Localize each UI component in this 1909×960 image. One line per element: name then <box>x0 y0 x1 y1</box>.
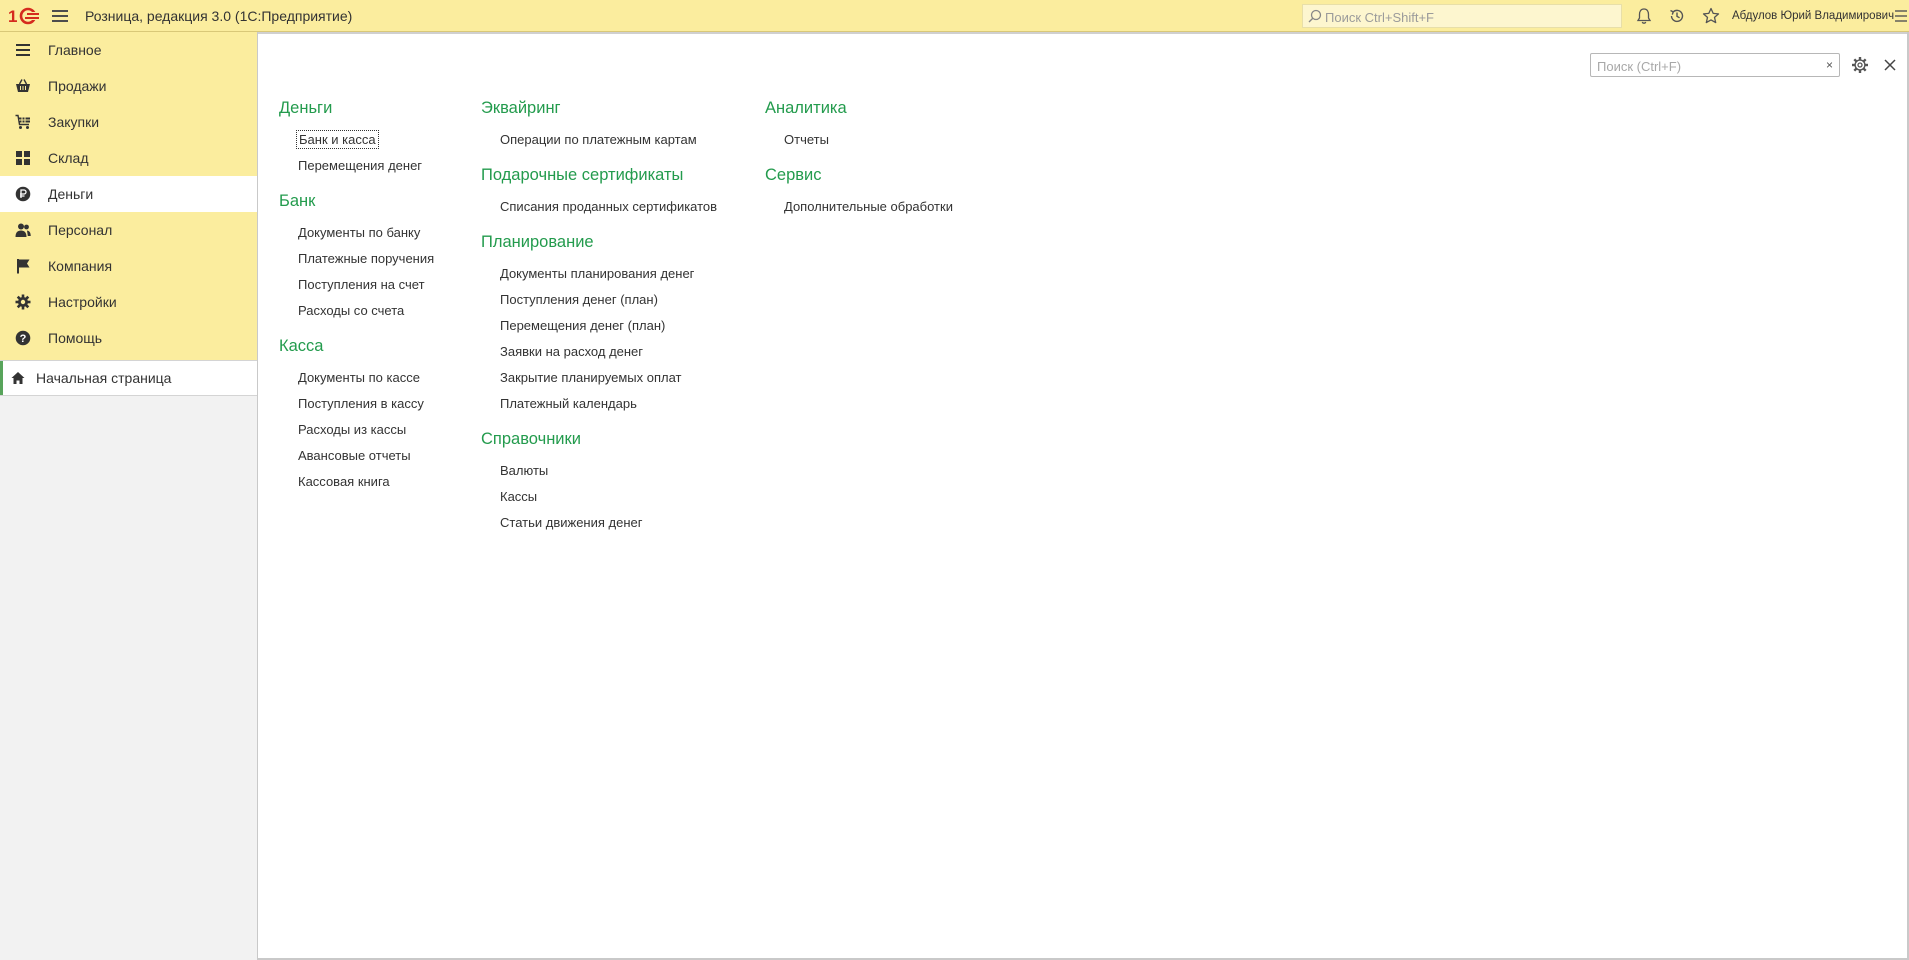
group-links: Списания проданных сертификатов <box>500 194 717 220</box>
command-link[interactable]: Поступления денег (план) <box>500 287 717 313</box>
sidebar-item-label: Склад <box>48 150 89 166</box>
sidebar-item-money[interactable]: Деньги <box>0 176 257 212</box>
group-links: Отчеты <box>784 127 953 153</box>
sidebar-item-help[interactable]: ? Помощь <box>0 320 257 356</box>
active-window-marker <box>0 361 3 395</box>
command-column-2: Эквайринг Операции по платежным картам П… <box>481 96 717 546</box>
gear-icon <box>15 294 31 310</box>
section-panel: Главное Продажи Закупки Склад Деньги Пер… <box>0 32 257 360</box>
command-link[interactable]: Кассовая книга <box>298 469 434 495</box>
sidebar-item-label: Настройки <box>48 294 117 310</box>
panel-settings-icon[interactable] <box>1893 7 1907 25</box>
command-link[interactable]: Дополнительные обработки <box>784 194 953 220</box>
sidebar-item-label: Продажи <box>48 78 107 94</box>
svg-text:1: 1 <box>8 7 17 26</box>
form-search-box[interactable] <box>1590 53 1822 77</box>
command-link[interactable]: Документы по банку <box>298 220 434 246</box>
command-link[interactable]: Документы планирования денег <box>500 261 717 287</box>
ruble-coin-icon <box>15 186 31 202</box>
flag-icon <box>17 259 30 274</box>
command-link[interactable]: Перемещения денег <box>298 153 434 179</box>
help-icon: ? <box>15 330 31 346</box>
sidebar-item-personnel[interactable]: Персонал <box>0 212 257 248</box>
command-link[interactable]: Статьи движения денег <box>500 510 717 536</box>
sidebar-item-label: Персонал <box>48 222 113 238</box>
command-link[interactable]: Платежный календарь <box>500 391 717 417</box>
close-icon[interactable] <box>1882 57 1898 73</box>
command-link[interactable]: Перемещения денег (план) <box>500 313 717 339</box>
star-icon[interactable] <box>1701 6 1721 26</box>
command-link[interactable]: Списания проданных сертификатов <box>500 194 717 220</box>
command-link[interactable]: Закрытие планируемых оплат <box>500 365 717 391</box>
command-link[interactable]: Поступления на счет <box>298 272 434 298</box>
command-link[interactable]: Операции по платежным картам <box>500 127 717 153</box>
group-links: Операции по платежным картам <box>500 127 717 153</box>
command-column-3: Аналитика Отчеты Сервис Дополнительные о… <box>765 96 953 230</box>
sidebar-item-main[interactable]: Главное <box>0 32 257 68</box>
form-search-input[interactable] <box>1595 56 1817 76</box>
group-title: Аналитика <box>765 99 847 117</box>
command-link[interactable]: Платежные поручения <box>298 246 434 272</box>
command-link[interactable]: Авансовые отчеты <box>298 443 434 469</box>
sidebar-item-label: Помощь <box>48 330 103 346</box>
cart-icon <box>15 114 30 129</box>
group-links: Документы по банку Платежные поручения П… <box>298 220 434 324</box>
top-bar: 1 Розница, редакция 3.0 (1С:Предприятие)… <box>0 0 1909 32</box>
user-name[interactable]: Абдулов Юрий Владимирович <box>1732 10 1894 22</box>
search-icon <box>1308 9 1322 23</box>
group-title: Касса <box>279 337 324 355</box>
command-link[interactable]: Расходы со счета <box>298 298 434 324</box>
group-title: Деньги <box>279 99 333 117</box>
group-title: Подарочные сертификаты <box>481 166 684 184</box>
list-icon <box>16 44 30 56</box>
group-title: Справочники <box>481 430 581 448</box>
app-title: Розница, редакция 3.0 (1С:Предприятие) <box>85 8 353 24</box>
group-title: Планирование <box>481 233 594 251</box>
group-title: Банк <box>279 192 316 210</box>
sidebar-item-label: Деньги <box>48 186 94 202</box>
command-link-label: Банк и касса <box>296 130 379 149</box>
command-link[interactable]: Кассы <box>500 484 717 510</box>
open-window-label: Начальная страница <box>36 370 172 386</box>
command-link[interactable]: Поступления в кассу <box>298 391 434 417</box>
basket-icon <box>16 79 30 92</box>
command-link[interactable]: Документы по кассе <box>298 365 434 391</box>
people-icon <box>15 223 31 237</box>
home-icon <box>11 372 25 384</box>
bell-icon[interactable] <box>1634 6 1654 26</box>
gear-icon[interactable] <box>1850 55 1870 75</box>
clear-search-button[interactable]: × <box>1820 53 1840 77</box>
1c-logo-icon[interactable]: 1 <box>8 6 40 26</box>
sidebar-item-sales[interactable]: Продажи <box>0 68 257 104</box>
sidebar-item-label: Компания <box>48 258 113 274</box>
warehouse-grid-icon <box>16 151 30 165</box>
history-icon[interactable] <box>1667 6 1687 26</box>
sidebar-item-purchases[interactable]: Закупки <box>0 104 257 140</box>
group-links: Документы планирования денег Поступления… <box>500 261 717 417</box>
sidebar-item-label: Закупки <box>48 114 100 130</box>
command-link[interactable]: Расходы из кассы <box>298 417 434 443</box>
open-window-home-page[interactable]: Начальная страница <box>0 361 257 395</box>
group-links: Дополнительные обработки <box>784 194 953 220</box>
sidebar-item-warehouse[interactable]: Склад <box>0 140 257 176</box>
sidebar-item-settings[interactable]: Настройки <box>0 284 257 320</box>
group-title: Сервис <box>765 166 822 184</box>
sidebar-item-label: Главное <box>48 42 102 58</box>
command-link[interactable]: Заявки на расход денег <box>500 339 717 365</box>
sidebar: Главное Продажи Закупки Склад Деньги Пер… <box>0 32 258 960</box>
svg-text:?: ? <box>20 333 27 345</box>
hamburger-menu-icon[interactable] <box>50 6 70 26</box>
sidebar-item-company[interactable]: Компания <box>0 248 257 284</box>
command-column-1: Деньги Банк и касса Перемещения денег Ба… <box>279 96 434 505</box>
command-link[interactable]: Банк и касса <box>296 127 434 153</box>
command-link[interactable]: Отчеты <box>784 127 953 153</box>
group-title: Эквайринг <box>481 99 561 117</box>
group-links: Валюты Кассы Статьи движения денег <box>500 458 717 536</box>
global-search-input[interactable] <box>1323 6 1617 28</box>
group-links: Документы по кассе Поступления в кассу Р… <box>298 365 434 495</box>
open-windows-panel: Начальная страница <box>0 360 257 396</box>
global-search-box[interactable] <box>1302 4 1622 28</box>
group-links: Банк и касса Перемещения денег <box>296 127 434 179</box>
command-link[interactable]: Валюты <box>500 458 717 484</box>
